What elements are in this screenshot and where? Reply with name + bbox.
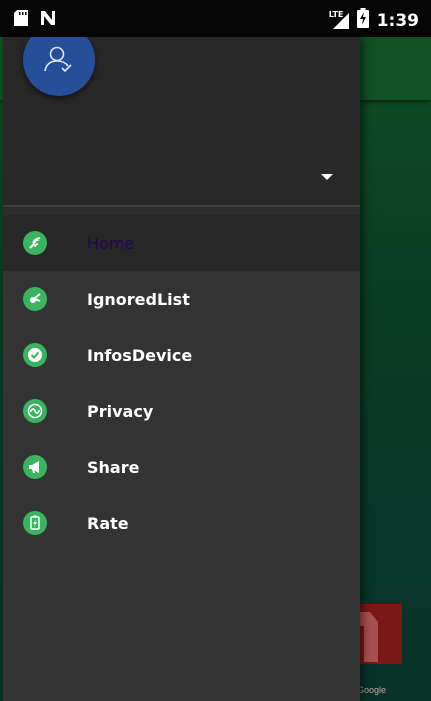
status-left [14,10,56,31]
menu-label: Share [87,457,140,477]
battery-icon [23,511,47,535]
menu-label: Privacy [87,401,154,421]
check-circle-icon [23,343,47,367]
battery-charging-icon [356,8,369,33]
signal-icon: LTE [329,10,349,29]
menu-item-rate[interactable]: Rate [3,495,360,551]
menu-label: IgnoredList [87,289,190,309]
menu-label: Home [87,233,135,253]
menu-label: Rate [87,513,129,533]
drawer-menu: Home IgnoredList InfosDevice Privacy Sha… [3,215,360,551]
caret-down-icon [321,174,333,180]
signal-broadcast-icon [23,231,47,255]
leaf-icon [23,287,47,311]
status-right: LTE 1:39 [329,8,419,33]
menu-item-privacy[interactable]: Privacy [3,383,360,439]
account-dropdown-button[interactable] [318,170,336,184]
n-icon [40,10,56,31]
wave-icon [23,399,47,423]
navigation-drawer: Home IgnoredList InfosDevice Privacy Sha… [3,24,360,701]
status-bar: LTE 1:39 [0,0,431,37]
menu-label: InfosDevice [87,345,193,365]
menu-item-share[interactable]: Share [3,439,360,495]
megaphone-icon [23,455,47,479]
drawer-header [3,24,360,207]
menu-item-ignoredlist[interactable]: IgnoredList [3,271,360,327]
sd-card-icon [14,10,28,31]
header-divider [3,207,360,215]
menu-item-home[interactable]: Home [3,215,360,271]
menu-item-infosdevice[interactable]: InfosDevice [3,327,360,383]
clock: 1:39 [376,10,419,31]
